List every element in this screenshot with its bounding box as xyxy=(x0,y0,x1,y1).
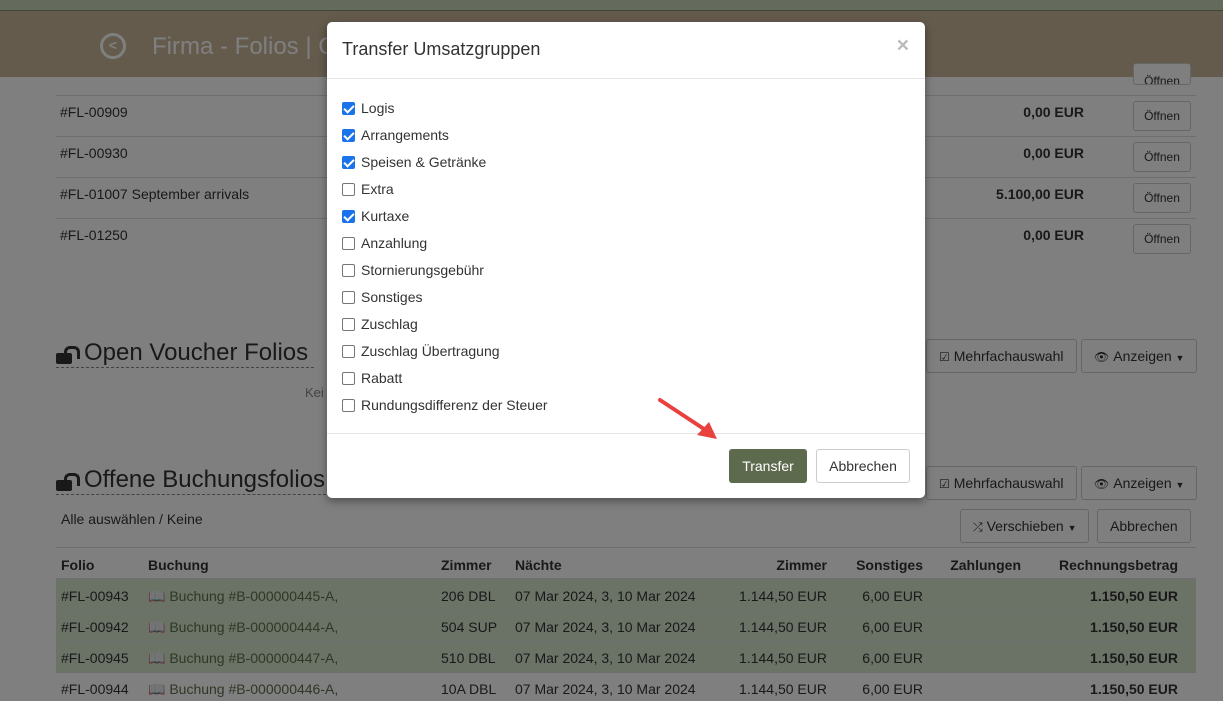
checkbox[interactable] xyxy=(342,345,355,358)
checkbox-label[interactable]: Speisen & Getränke xyxy=(361,154,486,170)
checkbox-label[interactable]: Extra xyxy=(361,181,394,197)
checkbox[interactable] xyxy=(342,183,355,196)
checkbox-label[interactable]: Zuschlag xyxy=(361,316,418,332)
checkbox-label[interactable]: Sonstiges xyxy=(361,289,422,305)
transfer-button[interactable]: Transfer xyxy=(729,449,807,483)
checkbox-label[interactable]: Rabatt xyxy=(361,370,402,386)
checkbox-row[interactable]: Stornierungsgebühr xyxy=(342,262,902,289)
checkbox-row[interactable]: Speisen & Getränke xyxy=(342,154,902,181)
checkbox-label[interactable]: Zuschlag Übertragung xyxy=(361,343,500,359)
checkbox-label[interactable]: Arrangements xyxy=(361,127,449,143)
modal-title: Transfer Umsatzgruppen xyxy=(342,39,541,59)
checkbox[interactable] xyxy=(342,210,355,223)
checkbox-label[interactable]: Anzahlung xyxy=(361,235,427,251)
checkbox[interactable] xyxy=(342,399,355,412)
checkbox[interactable] xyxy=(342,372,355,385)
checkbox-row[interactable]: Zuschlag xyxy=(342,316,902,343)
checkbox-label[interactable]: Logis xyxy=(361,100,394,116)
transfer-modal: Transfer Umsatzgruppen × Logis Arrangemen… xyxy=(327,22,925,498)
checkbox-row[interactable]: Logis xyxy=(342,100,902,127)
checkbox[interactable] xyxy=(342,318,355,331)
checkbox-label[interactable]: Kurtaxe xyxy=(361,208,409,224)
modal-footer: Transfer Abbrechen xyxy=(327,433,925,498)
close-icon[interactable]: × xyxy=(897,34,909,58)
cancel-button[interactable]: Abbrechen xyxy=(816,449,910,483)
checkbox-row[interactable]: Anzahlung xyxy=(342,235,902,262)
checkbox-row[interactable]: Extra xyxy=(342,181,902,208)
checkbox[interactable] xyxy=(342,102,355,115)
checkbox-label[interactable]: Rundungsdifferenz der Steuer xyxy=(361,397,548,413)
checkbox-row[interactable]: Rundungsdifferenz der Steuer xyxy=(342,397,902,424)
checkbox[interactable] xyxy=(342,237,355,250)
checkbox[interactable] xyxy=(342,264,355,277)
checkbox-row[interactable]: Arrangements xyxy=(342,127,902,154)
checkbox-label[interactable]: Stornierungsgebühr xyxy=(361,262,484,278)
annotation-arrow xyxy=(658,398,717,439)
modal-body: Logis Arrangements Speisen & Getränke Extra… xyxy=(342,100,902,424)
checkbox-row[interactable]: Sonstiges xyxy=(342,289,902,316)
checkbox-row[interactable]: Kurtaxe xyxy=(342,208,902,235)
checkbox-row[interactable]: Zuschlag Übertragung xyxy=(342,343,902,370)
checkbox-row[interactable]: Rabatt xyxy=(342,370,902,397)
modal-header: Transfer Umsatzgruppen × xyxy=(327,22,925,79)
checkbox[interactable] xyxy=(342,291,355,304)
checkbox[interactable] xyxy=(342,129,355,142)
checkbox[interactable] xyxy=(342,156,355,169)
